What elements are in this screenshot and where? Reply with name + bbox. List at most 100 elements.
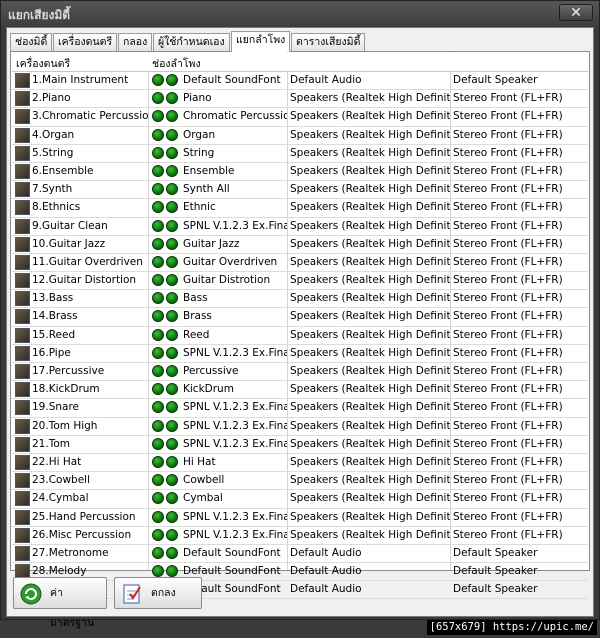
table-row[interactable]: 19.Snare SPNL V.1.2.3 Ex.Final Speakers (R… — [12, 399, 588, 418]
speaker-cell[interactable]: Stereo Front (FL+FR) — [453, 363, 587, 380]
right-channel-led-icon[interactable] — [166, 128, 178, 141]
channel-leds[interactable] — [151, 127, 181, 144]
left-channel-led-icon[interactable] — [152, 310, 164, 323]
tab-6[interactable]: ตารางเสียงมิดี้ — [291, 33, 366, 51]
right-channel-led-icon[interactable] — [166, 292, 178, 305]
channel-leds[interactable] — [151, 181, 181, 198]
speaker-cell[interactable]: Stereo Front (FL+FR) — [453, 145, 587, 162]
channel-leds[interactable] — [151, 290, 181, 307]
left-channel-led-icon[interactable] — [152, 383, 164, 396]
channel-leds[interactable] — [151, 509, 181, 526]
speaker-cell[interactable]: Stereo Front (FL+FR) — [453, 218, 587, 235]
soundfont-cell[interactable]: SPNL V.1.2.3 Ex.Final — [183, 509, 287, 526]
channel-leds[interactable] — [151, 545, 181, 562]
table-row[interactable]: 11.Guitar Overdriven Guitar Overdriven Spe… — [12, 254, 588, 273]
table-row[interactable]: 12.Guitar Distortion Guitar Distrotion Spe… — [12, 272, 588, 291]
channel-leds[interactable] — [151, 108, 181, 125]
speaker-cell[interactable]: Stereo Front (FL+FR) — [453, 454, 587, 471]
left-channel-led-icon[interactable] — [152, 346, 164, 359]
channel-leds[interactable] — [151, 163, 181, 180]
right-channel-led-icon[interactable] — [166, 255, 178, 268]
soundfont-cell[interactable]: Bass — [183, 290, 287, 307]
soundfont-cell[interactable]: Organ — [183, 127, 287, 144]
left-channel-led-icon[interactable] — [152, 328, 164, 341]
soundfont-cell[interactable]: SPNL V.1.2.3 Ex.Final — [183, 418, 287, 435]
speaker-cell[interactable]: Stereo Front (FL+FR) — [453, 163, 587, 180]
right-channel-led-icon[interactable] — [166, 201, 178, 214]
soundfont-cell[interactable]: Percussive — [183, 363, 287, 380]
right-channel-led-icon[interactable] — [166, 274, 178, 287]
table-row[interactable]: 3.Chromatic Percussion Chromatic Percussi… — [12, 108, 588, 127]
speaker-cell[interactable]: Stereo Front (FL+FR) — [453, 108, 587, 125]
table-row[interactable]: 18.KickDrum KickDrum Speakers (Realtek Hig… — [12, 381, 588, 400]
audio-device-cell[interactable]: Speakers (Realtek High Definition Au — [290, 272, 450, 289]
channel-leds[interactable] — [151, 236, 181, 253]
left-channel-led-icon[interactable] — [152, 401, 164, 414]
speaker-cell[interactable]: Stereo Front (FL+FR) — [453, 254, 587, 271]
table-row[interactable]: 20.Tom High SPNL V.1.2.3 Ex.Final Speakers… — [12, 418, 588, 436]
left-channel-led-icon[interactable] — [152, 274, 164, 287]
table-row[interactable]: 10.Guitar Jazz Guitar Jazz Speakers (Realt… — [12, 236, 588, 254]
table-row[interactable]: 21.Tom SPNL V.1.2.3 Ex.Final Speakers (Rea… — [12, 436, 588, 454]
audio-device-cell[interactable]: Speakers (Realtek High Definition Au — [290, 254, 450, 271]
right-channel-led-icon[interactable] — [166, 419, 178, 432]
right-channel-led-icon[interactable] — [166, 328, 178, 341]
soundfont-cell[interactable]: SPNL V.1.2.3 Ex.Final — [183, 527, 287, 544]
channel-leds[interactable] — [151, 399, 181, 416]
left-channel-led-icon[interactable] — [152, 128, 164, 141]
right-channel-led-icon[interactable] — [166, 492, 178, 505]
tab-5[interactable]: แยกลำโพง — [231, 31, 291, 52]
channel-leds[interactable] — [151, 90, 181, 107]
table-row[interactable]: 26.Misc Percussion SPNL V.1.2.3 Ex.Final S… — [12, 527, 588, 545]
left-channel-led-icon[interactable] — [152, 92, 164, 105]
soundfont-cell[interactable]: Brass — [183, 308, 287, 325]
left-channel-led-icon[interactable] — [152, 201, 164, 214]
left-channel-led-icon[interactable] — [152, 419, 164, 432]
soundfont-cell[interactable]: Guitar Distrotion — [183, 272, 287, 289]
audio-device-cell[interactable]: Speakers (Realtek High Definition Au — [290, 399, 450, 416]
audio-device-cell[interactable]: Speakers (Realtek High Definition Au — [290, 363, 450, 380]
audio-device-cell[interactable]: Speakers (Realtek High Definition Au — [290, 145, 450, 162]
channel-leds[interactable] — [151, 254, 181, 271]
audio-device-cell[interactable]: Speakers (Realtek High Definition Au — [290, 454, 450, 471]
table-row[interactable]: 2.Piano Piano Speakers (Realtek High Defin… — [12, 90, 588, 109]
left-channel-led-icon[interactable] — [152, 455, 164, 468]
left-channel-led-icon[interactable] — [152, 110, 164, 123]
table-row[interactable]: 15.Reed Reed Speakers (Realtek High Defini… — [12, 327, 588, 345]
right-channel-led-icon[interactable] — [166, 510, 178, 523]
tab-3[interactable]: กลอง — [118, 33, 153, 51]
audio-device-cell[interactable]: Speakers (Realtek High Definition Au — [290, 181, 450, 198]
speaker-cell[interactable]: Stereo Front (FL+FR) — [453, 399, 587, 416]
speaker-cell[interactable]: Stereo Front (FL+FR) — [453, 527, 587, 544]
speaker-cell[interactable]: Stereo Front (FL+FR) — [453, 199, 587, 216]
tab-2[interactable]: เครื่องดนตรี — [53, 33, 118, 51]
right-channel-led-icon[interactable] — [166, 183, 178, 196]
soundfont-cell[interactable]: String — [183, 145, 287, 162]
table-row[interactable]: 4.Organ Organ Speakers (Realtek High Defin… — [12, 127, 588, 145]
channel-leds[interactable] — [151, 218, 181, 235]
ok-button[interactable]: ตกลง — [114, 577, 202, 609]
speaker-cell[interactable]: Stereo Front (FL+FR) — [453, 345, 587, 362]
right-channel-led-icon[interactable] — [166, 346, 178, 359]
left-channel-led-icon[interactable] — [152, 183, 164, 196]
channel-leds[interactable] — [151, 327, 181, 344]
audio-device-cell[interactable]: Speakers (Realtek High Definition Au — [290, 163, 450, 180]
soundfont-cell[interactable]: Cowbell — [183, 472, 287, 489]
speaker-cell[interactable]: Stereo Front (FL+FR) — [453, 418, 587, 435]
audio-device-cell[interactable]: Speakers (Realtek High Definition Au — [290, 90, 450, 107]
audio-device-cell[interactable]: Speakers (Realtek High Definition Au — [290, 509, 450, 526]
left-channel-led-icon[interactable] — [152, 219, 164, 232]
channel-leds[interactable] — [151, 272, 181, 289]
right-channel-led-icon[interactable] — [166, 437, 178, 450]
close-button[interactable]: ✕ — [559, 4, 593, 21]
soundfont-cell[interactable]: Ethnic — [183, 199, 287, 216]
speaker-cell[interactable]: Stereo Front (FL+FR) — [453, 236, 587, 253]
soundfont-cell[interactable]: Synth All — [183, 181, 287, 198]
audio-device-cell[interactable]: Speakers (Realtek High Definition Au — [290, 472, 450, 489]
table-row[interactable]: 27.Metronome Default SoundFont Default Aud… — [12, 545, 588, 564]
left-channel-led-icon[interactable] — [152, 528, 164, 541]
table-row[interactable]: 8.Ethnics Ethnic Speakers (Realtek High De… — [12, 199, 588, 218]
table-row[interactable]: 13.Bass Bass Speakers (Realtek High Defini… — [12, 290, 588, 309]
soundfont-cell[interactable]: Ensemble — [183, 163, 287, 180]
channel-leds[interactable] — [151, 345, 181, 362]
